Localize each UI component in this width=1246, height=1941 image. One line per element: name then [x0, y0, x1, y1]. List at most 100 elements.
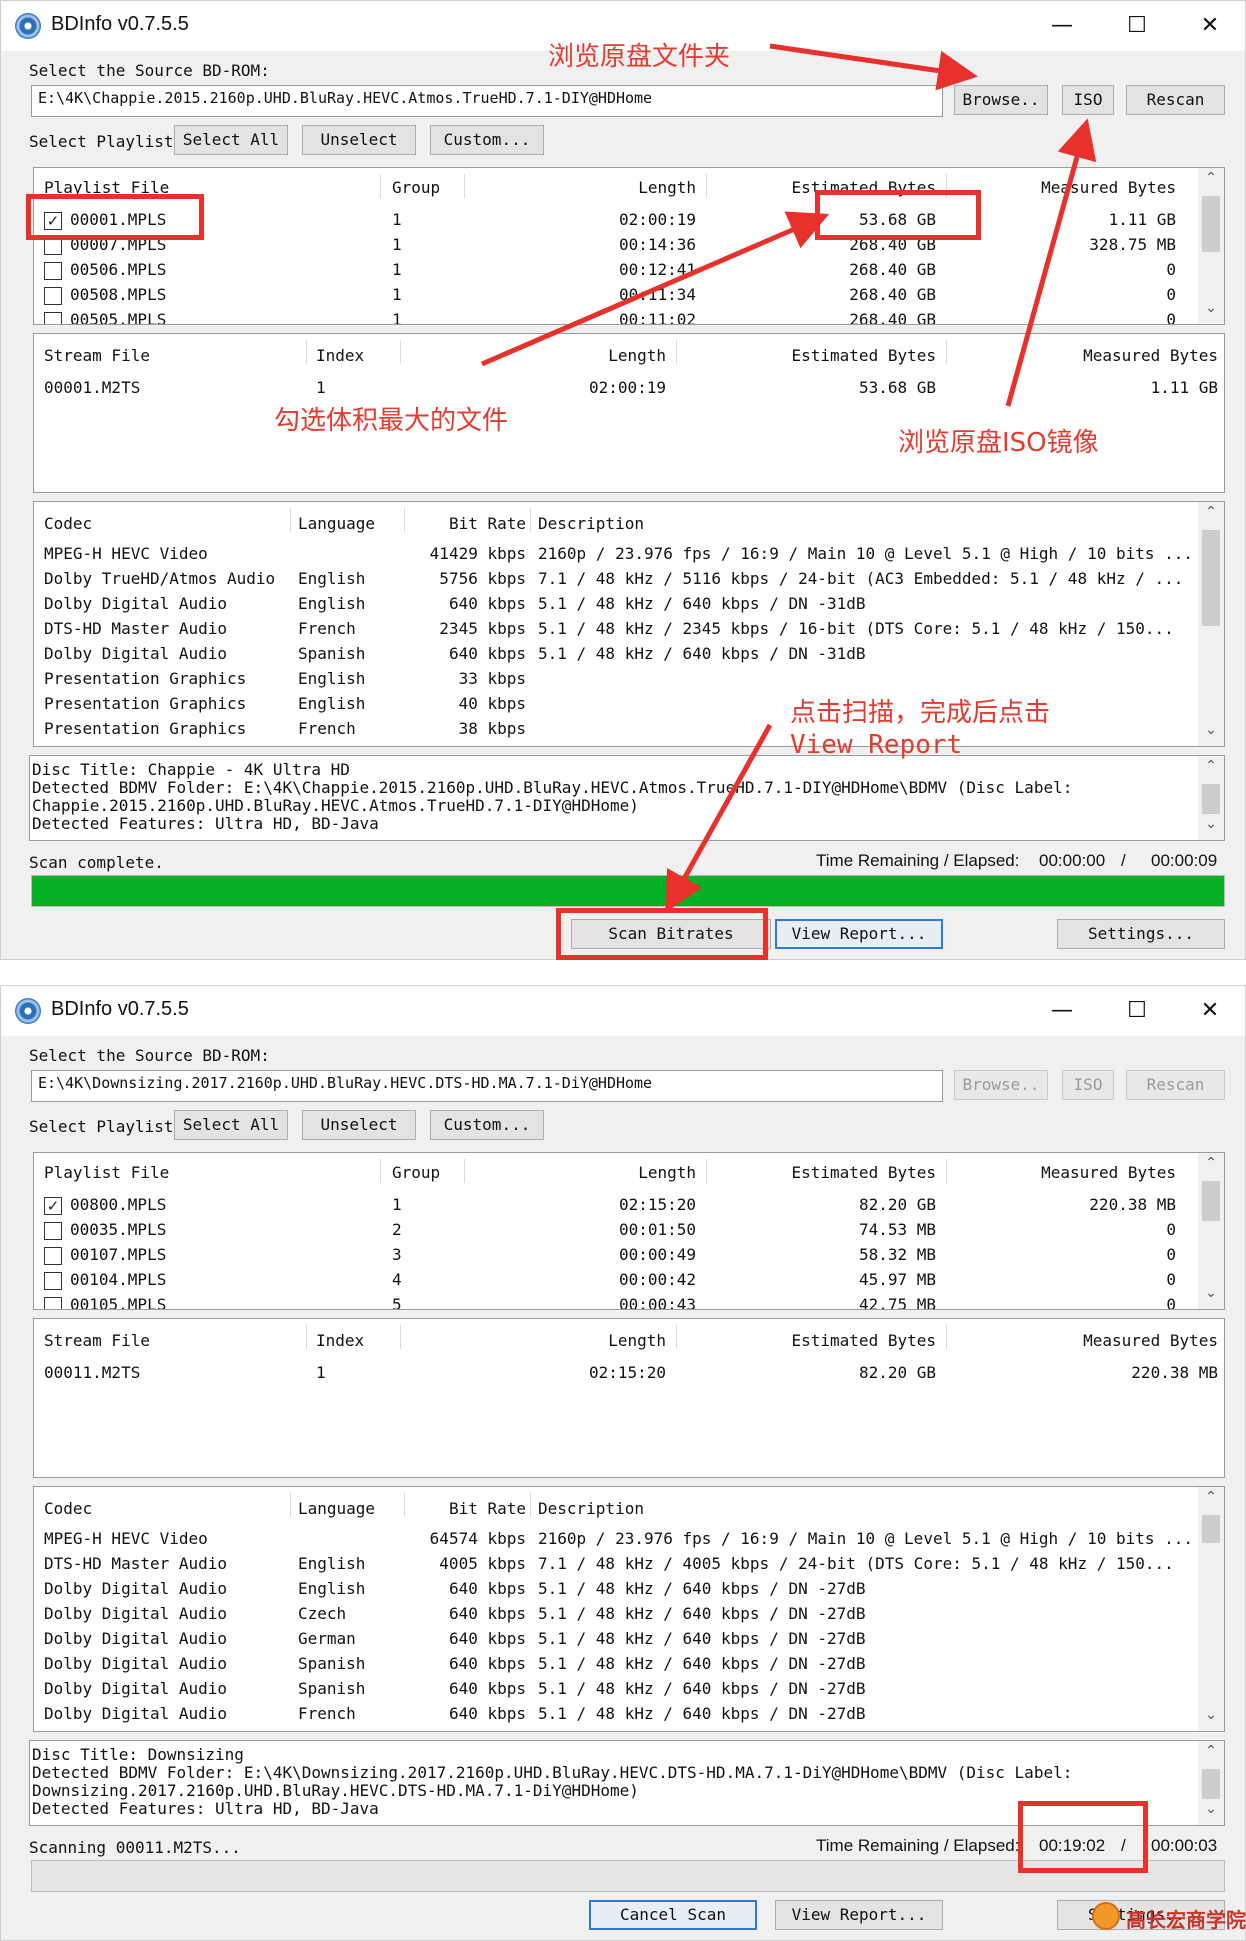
col-stream-file[interactable]: Stream File: [44, 1331, 150, 1350]
scroll-down-icon[interactable]: ⌄: [1198, 1801, 1224, 1823]
watermark-logo-icon: [1092, 1902, 1120, 1930]
watermark: 高长宏商学院: [1092, 1900, 1246, 1936]
col-playlist-file[interactable]: Playlist File: [44, 1163, 169, 1182]
maximize-button[interactable]: ☐: [1108, 992, 1166, 1030]
codec-name: Dolby Digital Audio: [44, 1679, 228, 1698]
playlist-measured: 0: [1166, 1270, 1176, 1289]
scroll-thumb[interactable]: [1202, 1515, 1220, 1543]
close-button[interactable]: ✕: [1181, 992, 1239, 1030]
codec-bitrate: 640 kbps: [448, 1654, 526, 1673]
codec-name: Dolby Digital Audio: [44, 1604, 228, 1623]
scroll-down-icon[interactable]: ⌄: [1198, 1707, 1224, 1729]
col-measured-bytes[interactable]: Measured Bytes: [954, 1163, 1176, 1182]
stream-file-list: Stream File Index Length Estimated Bytes…: [33, 1318, 1225, 1478]
playlist-group: 2: [392, 1220, 402, 1239]
playlist-length: 02:15:20: [618, 1195, 696, 1214]
codec-name: Dolby Digital Audio: [44, 1579, 228, 1598]
playlist-estimated: 82.20 GB: [858, 1195, 936, 1214]
iso-button[interactable]: ISO: [1062, 1070, 1114, 1100]
col-measured-bytes[interactable]: Measured Bytes: [954, 1331, 1218, 1350]
playlist-scrollbar[interactable]: ⌃ ⌄: [1198, 1153, 1224, 1309]
playlist-measured: 220.38 MB: [1089, 1195, 1176, 1214]
codec-name: MPEG-H HEVC Video: [44, 1529, 208, 1548]
col-length[interactable]: Length: [410, 1331, 666, 1350]
annotation-scan-line1: 点击扫描，完成后点击: [790, 698, 1051, 728]
info-line: Downsizing.2017.2160p.UHD.BluRay.HEVC.DT…: [32, 1781, 639, 1800]
cancel-scan-button[interactable]: Cancel Scan: [589, 1900, 757, 1930]
playlist-length: 00:00:49: [618, 1245, 696, 1264]
view-report-button[interactable]: View Report...: [775, 1900, 943, 1930]
codec-bitrate: 640 kbps: [448, 1629, 526, 1648]
arrow-to-browse: [769, 43, 978, 91]
scroll-up-icon[interactable]: ⌃: [1198, 1489, 1224, 1511]
codec-description: 7.1 / 48 kHz / 4005 kbps / 24-bit (DTS C…: [538, 1554, 1174, 1573]
playlist-length: 00:01:50: [618, 1220, 696, 1239]
select-playlist-label: Select Playlist: [29, 1117, 174, 1136]
playlist-checkbox[interactable]: [44, 1247, 62, 1265]
col-index[interactable]: Index: [316, 1331, 364, 1350]
codec-language: Czech: [298, 1604, 347, 1623]
time-label: Time Remaining / Elapsed:: [816, 1836, 1020, 1855]
annotation-browse-iso: 浏览原盘ISO镜像: [898, 428, 1099, 458]
col-language[interactable]: Language: [298, 1499, 375, 1518]
playlist-list: Playlist File Group Length Estimated Byt…: [33, 1152, 1225, 1310]
playlist-checkbox[interactable]: [44, 1272, 62, 1290]
codec-bitrate: 4005 kbps: [439, 1554, 526, 1573]
codec-description: 2160p / 23.976 fps / 16:9 / Main 10 @ Le…: [538, 1529, 1194, 1548]
playlist-group: 1: [392, 1195, 402, 1214]
codec-bitrate: 640 kbps: [448, 1679, 526, 1698]
col-codec[interactable]: Codec: [44, 1499, 92, 1518]
playlist-group: 5: [392, 1295, 402, 1310]
playlist-length: 00:00:43: [618, 1295, 696, 1310]
col-bit-rate[interactable]: Bit Rate: [404, 1499, 526, 1518]
highlight-time-remaining: [1018, 1801, 1148, 1873]
playlist-estimated: 45.97 MB: [858, 1270, 936, 1289]
scroll-up-icon[interactable]: ⌃: [1198, 1743, 1224, 1765]
col-description[interactable]: Description: [538, 1499, 644, 1518]
annotation-select-largest: 勾选体积最大的文件: [274, 406, 509, 436]
playlist-group: 4: [392, 1270, 402, 1289]
playlist-length: 00:00:42: [618, 1270, 696, 1289]
playlist-checkbox[interactable]: ✓: [44, 1197, 62, 1215]
codec-name: DTS-HD Master Audio: [44, 1554, 228, 1573]
codec-list: Codec Language Bit Rate Description MPEG…: [33, 1486, 1225, 1732]
scroll-thumb[interactable]: [1202, 1769, 1220, 1799]
info-scrollbar[interactable]: ⌃ ⌄: [1198, 1741, 1224, 1825]
codec-description: 5.1 / 48 kHz / 640 kbps / DN -27dB: [538, 1579, 866, 1598]
codec-description: 5.1 / 48 kHz / 640 kbps / DN -27dB: [538, 1604, 866, 1623]
col-estimated-bytes[interactable]: Estimated Bytes: [714, 1163, 937, 1182]
annotation-arrows: [481, 43, 1097, 913]
codec-bitrate: 640 kbps: [448, 1579, 526, 1598]
bdinfo-window-2: BDInfo v0.7.5.5 — ☐ ✕ Select the Source …: [0, 985, 1246, 1941]
source-path-input[interactable]: E:\4K\Downsizing.2017.2160p.UHD.BluRay.H…: [31, 1070, 943, 1102]
minimize-button[interactable]: —: [1033, 992, 1091, 1030]
codec-bitrate: 640 kbps: [448, 1704, 526, 1723]
select-all-button[interactable]: Select All: [174, 1110, 288, 1140]
playlist-file: 00104.MPLS: [70, 1270, 167, 1289]
col-group[interactable]: Group: [392, 1163, 440, 1182]
playlist-checkbox[interactable]: [44, 1297, 62, 1309]
scroll-thumb[interactable]: [1202, 1181, 1220, 1221]
title-bar: BDInfo v0.7.5.5 — ☐ ✕: [1, 986, 1245, 1036]
codec-bitrate: 64574 kbps: [429, 1529, 526, 1548]
codec-description: 5.1 / 48 kHz / 640 kbps / DN -27dB: [538, 1704, 866, 1723]
time-elapsed: 00:00:03: [1151, 1836, 1218, 1855]
scroll-up-icon[interactable]: ⌃: [1198, 1155, 1224, 1177]
custom-button[interactable]: Custom...: [430, 1110, 544, 1140]
codec-scrollbar[interactable]: ⌃ ⌄: [1198, 1487, 1224, 1731]
playlist-checkbox[interactable]: [44, 1222, 62, 1240]
playlist-file: 00035.MPLS: [70, 1220, 167, 1239]
bdinfo-disc-icon: [15, 998, 41, 1024]
info-line: Detected BDMV Folder: E:\4K\Downsizing.2…: [32, 1763, 1073, 1782]
scroll-down-icon[interactable]: ⌄: [1198, 1285, 1224, 1307]
stream-file: 00011.M2TS: [44, 1363, 141, 1382]
col-length[interactable]: Length: [474, 1163, 696, 1182]
annotation-scan-line2: View Report: [790, 730, 963, 760]
browse-button[interactable]: Browse..: [954, 1070, 1048, 1100]
rescan-button[interactable]: Rescan: [1126, 1070, 1225, 1100]
unselect-button[interactable]: Unselect: [302, 1110, 416, 1140]
codec-language: Spanish: [298, 1654, 366, 1673]
playlist-file: 00107.MPLS: [70, 1245, 167, 1264]
col-estimated-bytes[interactable]: Estimated Bytes: [684, 1331, 937, 1350]
playlist-group: 3: [392, 1245, 402, 1264]
